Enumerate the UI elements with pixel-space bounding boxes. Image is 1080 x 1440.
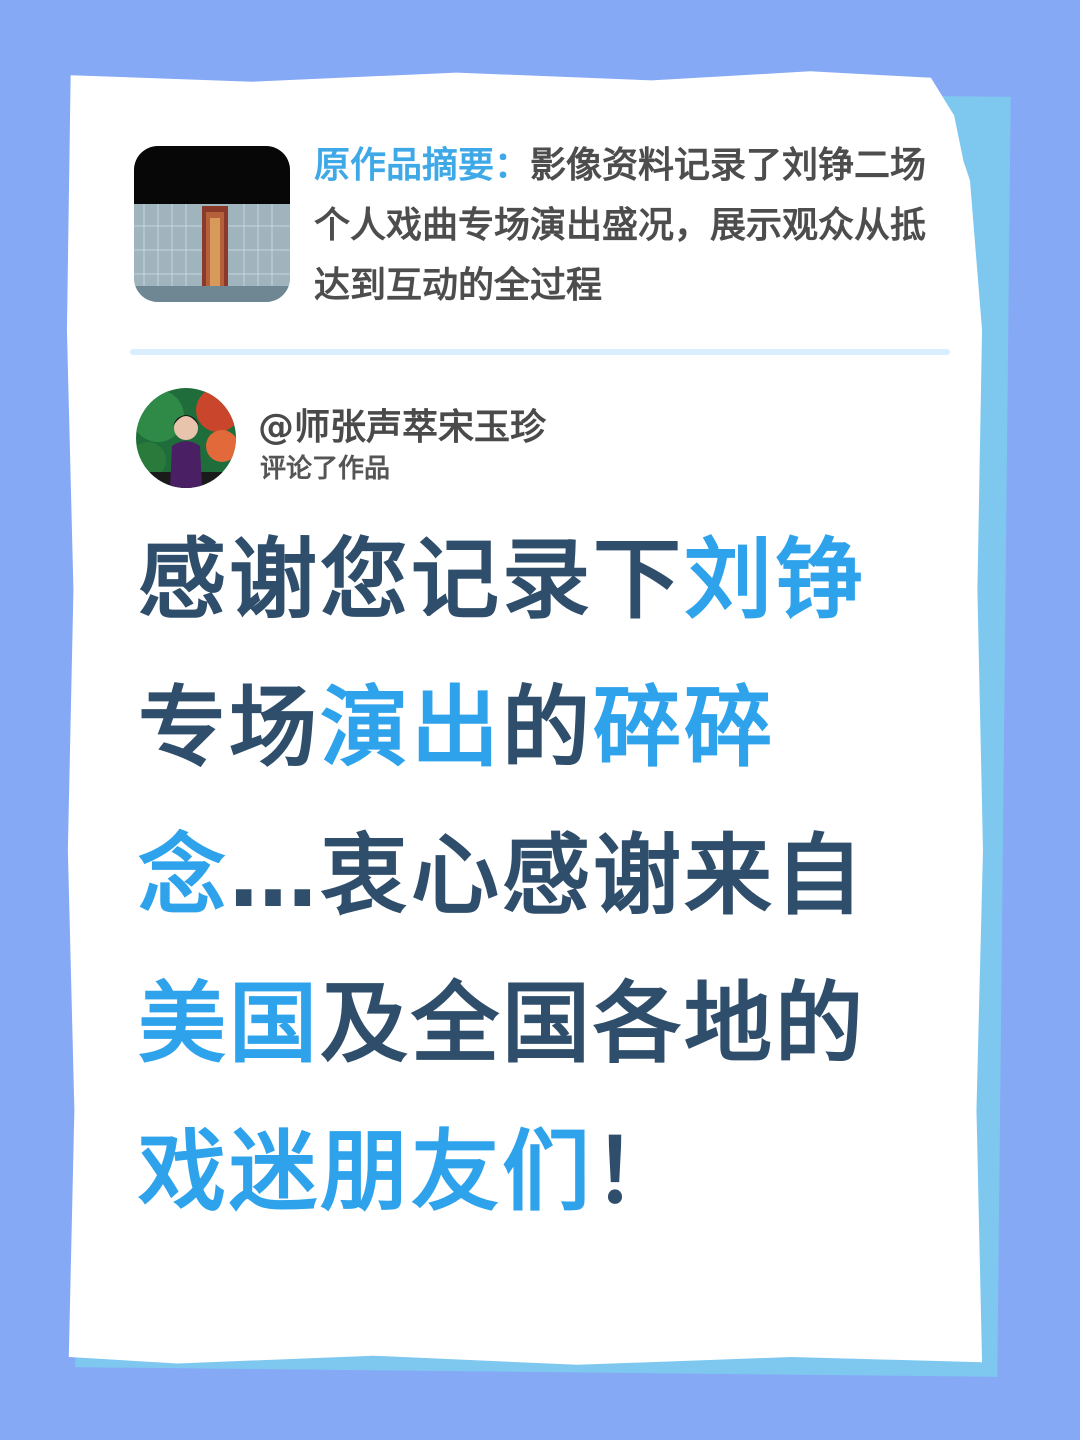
comment-text: 感谢您记录下刘铮专场演出的碎碎念…衷心感谢来自美国及全国各地的戏迷朋友们！ xyxy=(138,506,918,1246)
user-avatar-icon xyxy=(136,388,236,488)
commenter-avatar[interactable] xyxy=(136,388,236,488)
summary-label: 原作品摘要： xyxy=(314,145,531,186)
post-card-canvas: 原作品摘要：影像资料记录了刘铮二场个人戏曲专场演出盛况，展示观众从抵达到互动的全… xyxy=(0,0,1080,1440)
comment-segment: 及全国各地的 xyxy=(320,972,867,1075)
comment-segment: 的 xyxy=(502,676,594,779)
comment-action-text: 评论了作品 xyxy=(260,454,391,484)
comment-highlight: 美国 xyxy=(138,972,321,1075)
comment-highlight: 演出 xyxy=(320,676,503,779)
comment-segment: 专场 xyxy=(138,676,321,779)
commenter-handle[interactable]: @师张声萃宋玉珍 xyxy=(258,398,546,450)
video-thumbnail-icon xyxy=(134,146,290,302)
comment-segment: …衷心感谢来自 xyxy=(229,824,867,927)
work-summary: 原作品摘要：影像资料记录了刘铮二场个人戏曲专场演出盛况，展示观众从抵达到互动的全… xyxy=(314,136,954,316)
comment-segment: 感谢您记录下 xyxy=(138,528,685,631)
work-thumbnail[interactable] xyxy=(134,146,290,302)
comment-highlight: 戏迷朋友们 xyxy=(138,1120,594,1223)
divider xyxy=(130,349,950,355)
comment-segment: ！ xyxy=(593,1120,685,1223)
comment-highlight: 刘铮 xyxy=(684,528,867,631)
